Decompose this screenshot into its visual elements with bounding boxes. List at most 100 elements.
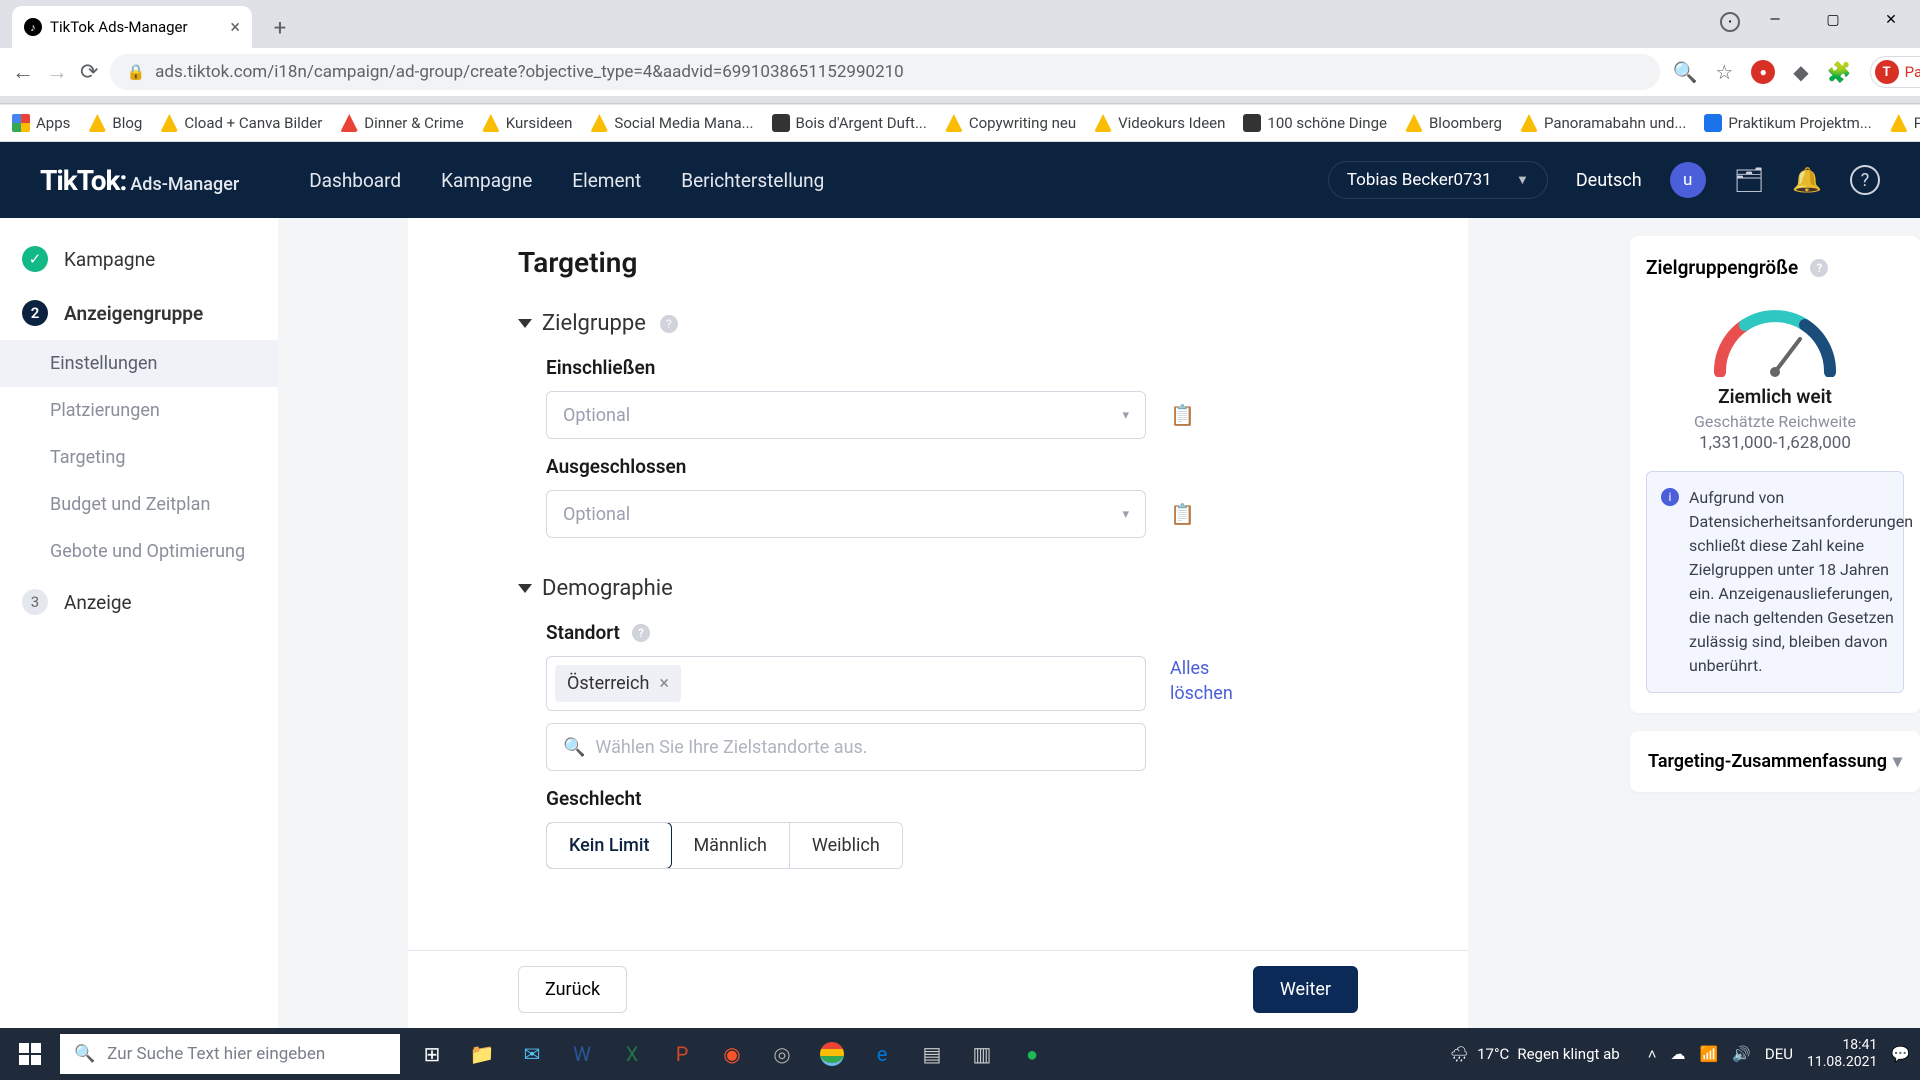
language-label[interactable]: Deutsch [1576, 170, 1642, 191]
step-number: 3 [22, 589, 48, 615]
targeting-summary-card[interactable]: Targeting-Zusammenfassung ▾ [1630, 731, 1920, 792]
excel-icon[interactable]: X [608, 1028, 656, 1080]
taskview-icon[interactable]: ⊞ [408, 1028, 456, 1080]
collapse-zielgruppe[interactable]: Zielgruppe ? [408, 299, 1468, 348]
explorer-icon[interactable]: 📁 [458, 1028, 506, 1080]
bookmark-praktikum1[interactable]: Praktikum Projektm... [1704, 114, 1871, 132]
bookmark-panorama[interactable]: Panoramabahn und... [1520, 114, 1686, 132]
browser-tab[interactable]: TikTok Ads-Manager × [12, 6, 252, 48]
bookmark-social[interactable]: Social Media Mana... [590, 114, 753, 132]
volume-icon[interactable]: 🔊 [1732, 1045, 1751, 1063]
substep-gebote[interactable]: Gebote und Optimierung [50, 528, 278, 575]
close-tab-icon[interactable]: × [230, 17, 240, 38]
account-selector[interactable]: Tobias Becker0731 ▼ [1328, 161, 1548, 199]
bookmark-kurs[interactable]: Kursideen [482, 114, 573, 132]
clear-all-link[interactable]: Alles löschen [1170, 656, 1230, 706]
user-avatar[interactable]: u [1670, 162, 1706, 198]
exclude-select[interactable]: Optional ▾ [546, 490, 1146, 538]
create-audience-icon[interactable]: 📋 [1170, 403, 1195, 427]
url-field[interactable]: 🔒 ads.tiktok.com/i18n/campaign/ad-group/… [110, 54, 1660, 90]
close-window-button[interactable]: ✕ [1862, 0, 1920, 40]
language-indicator[interactable]: DEU [1765, 1045, 1793, 1063]
field-label-gender: Geschlecht [546, 787, 1468, 810]
nav-kampagne[interactable]: Kampagne [441, 169, 532, 192]
location-search-input[interactable] [595, 737, 1129, 758]
weather-widget[interactable]: 🌧 17°C Regen klingt ab [1450, 1045, 1620, 1063]
start-button[interactable] [0, 1043, 60, 1065]
edge-icon[interactable]: e [858, 1028, 906, 1080]
extension-adblock-icon[interactable]: ● [1751, 60, 1775, 84]
help-icon[interactable]: ? [1850, 165, 1880, 195]
wifi-icon[interactable]: 📶 [1700, 1045, 1719, 1063]
bookmark-apps[interactable]: Apps [12, 114, 70, 132]
collapse-demographie[interactable]: Demographie [408, 564, 1468, 613]
bell-icon[interactable]: 🔔 [1792, 166, 1822, 194]
bookmark-bloomberg[interactable]: Bloomberg [1405, 114, 1502, 132]
bookmark-icon [1704, 114, 1722, 132]
help-tooltip-icon[interactable]: ? [1810, 259, 1828, 277]
substep-einstellungen[interactable]: Einstellungen [0, 340, 278, 387]
step-anzeige[interactable]: 3 Anzeige [0, 575, 278, 629]
taskbar-search[interactable]: 🔍 Zur Suche Text hier eingeben [60, 1034, 400, 1074]
brave-icon[interactable]: ◉ [708, 1028, 756, 1080]
substep-platzierungen[interactable]: Platzierungen [50, 387, 278, 434]
obs-icon[interactable]: ◎ [758, 1028, 806, 1080]
weather-icon: 🌧 [1450, 1045, 1469, 1063]
back-button[interactable]: Zurück [518, 966, 627, 1013]
spotify-icon[interactable]: ● [1008, 1028, 1056, 1080]
bookmark-100[interactable]: 100 schöne Dinge [1243, 114, 1387, 132]
tab-bar: TikTok Ads-Manager × + • — ▢ ✕ [0, 0, 1920, 48]
forward-button[interactable]: → [46, 59, 68, 85]
help-tooltip-icon[interactable]: ? [632, 624, 650, 642]
mail-icon[interactable]: ✉ [508, 1028, 556, 1080]
check-icon: ✓ [22, 246, 48, 272]
bookmark-copy[interactable]: Copywriting neu [945, 114, 1076, 132]
substep-budget[interactable]: Budget und Zeitplan [50, 481, 278, 528]
help-tooltip-icon[interactable]: ? [660, 315, 678, 333]
maximize-button[interactable]: ▢ [1804, 0, 1862, 40]
new-tab-button[interactable]: + [262, 10, 298, 46]
bookmark-praktikum2[interactable]: Praktikum WU [1890, 114, 1920, 132]
nav-element[interactable]: Element [572, 169, 641, 192]
nav-dashboard[interactable]: Dashboard [309, 169, 401, 192]
zoom-icon[interactable]: 🔍 [1672, 60, 1697, 84]
remove-tag-icon[interactable]: × [659, 673, 669, 694]
extension-icon[interactable]: ◆ [1793, 60, 1808, 84]
reload-button[interactable]: ⟳ [80, 60, 98, 85]
substep-targeting[interactable]: Targeting [50, 434, 278, 481]
step-anzeigengruppe[interactable]: 2 Anzeigengruppe [0, 286, 278, 340]
location-search[interactable]: 🔍 [546, 723, 1146, 771]
app-icon[interactable]: ▥ [958, 1028, 1006, 1080]
nav-reporting[interactable]: Berichterstellung [681, 169, 824, 192]
tiktok-logo[interactable]: TikTok: Ads-Manager [40, 164, 239, 197]
bookmark-bois[interactable]: Bois d'Argent Duft... [772, 114, 927, 132]
clock[interactable]: 18:41 11.08.2021 [1807, 1037, 1877, 1071]
include-select[interactable]: Optional ▾ [546, 391, 1146, 439]
chevron-down-icon: ▾ [1122, 408, 1129, 423]
bookmark-cload[interactable]: Cload + Canva Bilder [160, 114, 322, 132]
onedrive-icon[interactable]: ☁ [1671, 1045, 1686, 1063]
next-button[interactable]: Weiter [1253, 966, 1358, 1013]
notepad-icon[interactable]: ▤ [908, 1028, 956, 1080]
star-icon[interactable]: ☆ [1715, 60, 1733, 84]
word-icon[interactable]: W [558, 1028, 606, 1080]
profile-paused-pill[interactable]: T Pausiert [1870, 56, 1920, 88]
account-dot-icon[interactable]: • [1720, 12, 1740, 32]
tray-chevron-icon[interactable]: ˄ [1648, 1045, 1657, 1063]
bookmark-video[interactable]: Videokurs Ideen [1094, 114, 1225, 132]
gender-no-limit[interactable]: Kein Limit [546, 822, 672, 869]
create-audience-icon[interactable]: 📋 [1170, 502, 1195, 526]
powerpoint-icon[interactable]: P [658, 1028, 706, 1080]
bookmark-dinner[interactable]: Dinner & Crime [340, 114, 463, 132]
step-kampagne[interactable]: ✓ Kampagne [0, 232, 278, 286]
briefcase-icon[interactable]: 🗂 [1734, 166, 1764, 194]
notifications-icon[interactable]: 💬 [1891, 1045, 1910, 1063]
chrome-icon[interactable] [820, 1042, 844, 1066]
gender-female[interactable]: Weiblich [790, 823, 902, 868]
back-button[interactable]: ← [12, 59, 34, 85]
gender-male[interactable]: Männlich [671, 823, 789, 868]
location-tags[interactable]: Österreich × [546, 656, 1146, 711]
minimize-button[interactable]: — [1746, 0, 1804, 40]
extensions-puzzle-icon[interactable]: 🧩 [1827, 60, 1852, 84]
bookmark-blog[interactable]: Blog [88, 114, 142, 132]
